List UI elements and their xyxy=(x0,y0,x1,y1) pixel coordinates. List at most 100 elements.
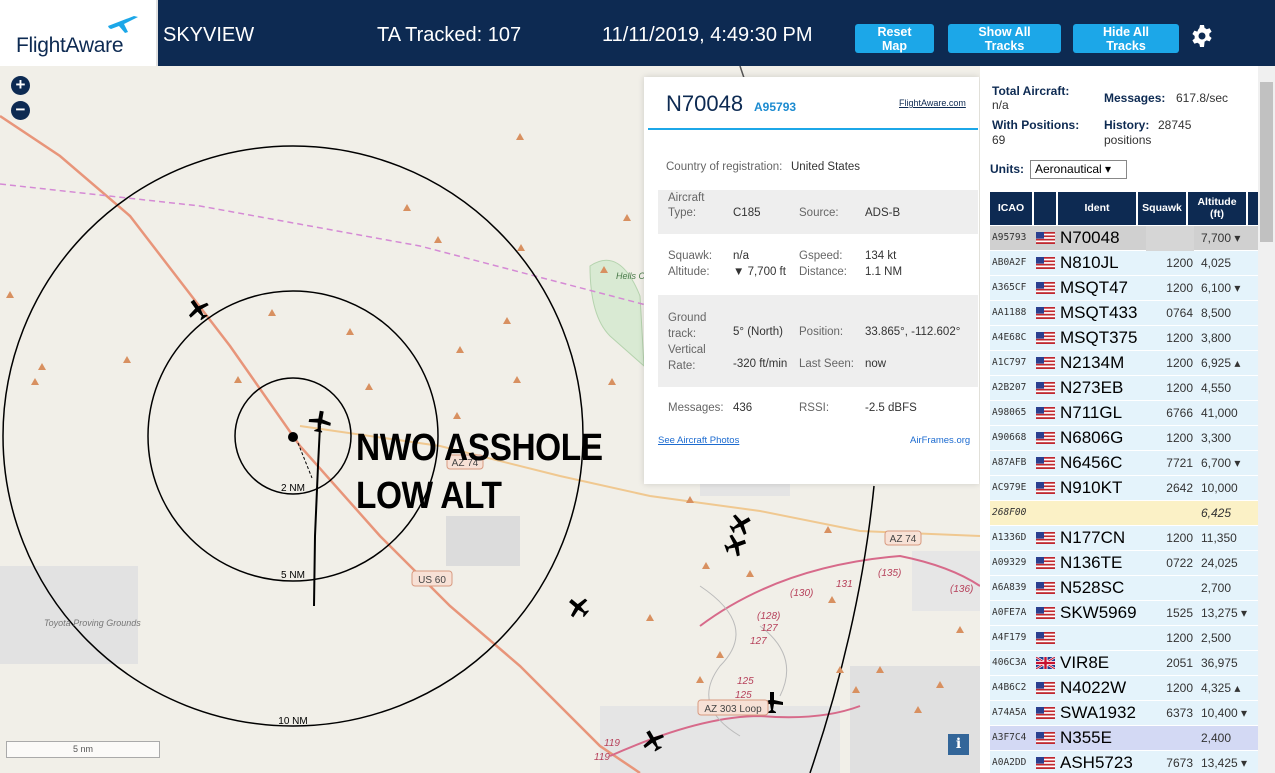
table-row[interactable]: A4F179 1200 2,500 xyxy=(990,626,1258,651)
units-select[interactable]: Aeronautical ▾ xyxy=(1030,160,1127,179)
source-value: ADS-B xyxy=(865,207,901,219)
road-label: US 60 xyxy=(418,575,446,586)
gear-icon[interactable] xyxy=(1190,24,1214,48)
row-icao: A87AFB xyxy=(992,457,1027,468)
airframes-link[interactable]: AirFrames.org xyxy=(910,435,970,446)
row-squawk: 1200 xyxy=(1166,531,1193,545)
table-row[interactable]: A95793 N70048 7,700 ▾ xyxy=(990,226,1258,251)
table-row[interactable]: A87AFB N6456C 7721 6,700 ▾ xyxy=(990,451,1258,476)
row-icao: A98065 xyxy=(992,407,1027,418)
messages-label: Messages: xyxy=(668,402,724,414)
table-row[interactable]: AB0A2F N810JL 1200 4,025 xyxy=(990,251,1258,276)
road-label: AZ 74 xyxy=(890,534,917,545)
us-flag-icon xyxy=(1036,457,1055,469)
row-ident: N6806G xyxy=(1060,428,1124,447)
row-ident: N4022W xyxy=(1060,678,1127,697)
aircraft-photos-link[interactable]: See Aircraft Photos xyxy=(658,435,739,446)
road-number: (128) xyxy=(757,611,780,622)
row-altitude: 6,100 ▾ xyxy=(1201,281,1241,295)
table-row[interactable]: A90668 N6806G 1200 3,300 xyxy=(990,426,1258,451)
column-header-altitude[interactable]: Altitude (ft) xyxy=(1188,192,1246,225)
annotation-line: LOW ALT xyxy=(356,475,502,517)
table-header: ICAO Ident Squawk Altitude (ft) xyxy=(990,192,1258,225)
table-row[interactable]: A4E68C MSQT375 1200 3,800 xyxy=(990,326,1258,351)
table-row[interactable]: A365CF MSQT47 1200 6,100 ▾ xyxy=(990,276,1258,301)
us-flag-icon xyxy=(1036,282,1055,294)
ring-label: 2 NM xyxy=(281,483,305,494)
ring-label: 5 NM xyxy=(281,570,305,581)
table-row[interactable]: A98065 N711GL 6766 41,000 xyxy=(990,401,1258,426)
row-altitude: 4,325 ▴ xyxy=(1201,681,1241,695)
logo-text: FlightAware xyxy=(16,34,124,57)
table-row[interactable]: AA1188 MSQT433 0764 8,500 xyxy=(990,301,1258,326)
messages-rate-value: 617.8/sec xyxy=(1176,91,1229,105)
squawk-cell-bg xyxy=(1146,226,1194,251)
us-flag-icon xyxy=(1036,707,1055,719)
table-row[interactable]: A09329 N136TE 0722 24,025 xyxy=(990,551,1258,576)
panel-scrollbar-thumb[interactable] xyxy=(1260,82,1273,242)
row-icao: 268F00 xyxy=(992,507,1027,518)
table-row[interactable]: 406C3A VIR8E 2051 36,975 xyxy=(990,651,1258,676)
us-flag-icon xyxy=(1036,607,1055,619)
row-squawk: 7721 xyxy=(1166,456,1193,470)
flightaware-link[interactable]: FlightAware.com xyxy=(899,98,966,108)
row-altitude: 2,700 xyxy=(1201,581,1232,595)
table-row[interactable]: A0A2DD ASH5723 7673 13,425 ▾ xyxy=(990,751,1258,773)
popup-icao-link[interactable]: A95793 xyxy=(754,100,796,114)
scale-bar: 5 nm xyxy=(6,741,160,758)
table-row[interactable]: A4B6C2 N4022W 1200 4,325 ▴ xyxy=(990,676,1258,701)
column-header-icao[interactable]: ICAO xyxy=(990,192,1032,225)
table-row[interactable]: 268F00 6,425 xyxy=(990,501,1258,526)
column-header-squawk[interactable]: Squawk xyxy=(1138,192,1186,225)
us-flag-icon xyxy=(1036,757,1055,769)
row-squawk: 7673 xyxy=(1166,756,1193,770)
rssi-label: RSSI: xyxy=(799,402,830,414)
table-row[interactable]: A6A839 N528SC 2,700 xyxy=(990,576,1258,601)
table-row[interactable]: A1C797 N2134M 1200 6,925 ▴ xyxy=(990,351,1258,376)
row-squawk: 6766 xyxy=(1166,406,1193,420)
top-header: FlightAware SKYVIEW TA Tracked: 107 11/1… xyxy=(0,0,1275,66)
table-row[interactable]: A2B207 N273EB 1200 4,550 xyxy=(990,376,1258,401)
row-altitude: 11,350 xyxy=(1201,531,1237,545)
row-ident: N177CN xyxy=(1060,528,1126,547)
info-button[interactable]: i xyxy=(948,734,969,755)
row-altitude: 2,500 xyxy=(1201,631,1232,645)
table-row[interactable]: A74A5A SWA1932 6373 10,400 ▾ xyxy=(990,701,1258,726)
zoom-in-button[interactable]: + xyxy=(11,76,30,95)
aircraft-type-value: C185 xyxy=(733,207,761,219)
flightaware-logo[interactable]: FlightAware xyxy=(0,0,158,66)
history-value: 28745 xyxy=(1158,118,1192,132)
row-ident: N528SC xyxy=(1060,578,1125,597)
row-icao: A2B207 xyxy=(992,382,1027,393)
row-squawk: 1200 xyxy=(1166,631,1193,645)
row-icao: A0FE7A xyxy=(992,607,1027,618)
last-seen-value: now xyxy=(865,358,887,370)
road-number: (130) xyxy=(790,588,813,599)
table-row[interactable]: AC979E N910KT 2642 10,000 xyxy=(990,476,1258,501)
row-icao: A90668 xyxy=(992,432,1027,443)
row-altitude: 10,000 xyxy=(1201,481,1238,495)
altitude-value: ▼ 7,700 ft xyxy=(733,266,786,278)
reset-map-button[interactable]: Reset Map xyxy=(855,24,934,53)
hide-all-tracks-button[interactable]: Hide All Tracks xyxy=(1073,24,1179,53)
row-ident: MSQT433 xyxy=(1060,303,1138,322)
us-flag-icon xyxy=(1036,532,1055,544)
show-all-tracks-button[interactable]: Show All Tracks xyxy=(948,24,1061,53)
distance-label: Distance: xyxy=(799,266,847,278)
column-header-ident[interactable]: Ident xyxy=(1058,192,1136,225)
vertical-rate-value: -320 ft/min xyxy=(733,358,788,370)
source-label: Source: xyxy=(799,207,839,219)
site-name: SKYVIEW xyxy=(163,24,255,46)
country-label: Country of registration: xyxy=(666,161,783,173)
row-ident: ASH5723 xyxy=(1060,753,1133,772)
table-row[interactable]: A3F7C4 N355E 2,400 xyxy=(990,726,1258,751)
gspeed-value: 134 kt xyxy=(865,250,897,262)
row-ident: SKW5969 xyxy=(1060,603,1137,622)
road-label: AZ 303 Loop xyxy=(704,704,762,715)
zoom-out-button[interactable]: − xyxy=(11,101,30,120)
table-row[interactable]: A1336D N177CN 1200 11,350 xyxy=(990,526,1258,551)
column-header-flag[interactable] xyxy=(1034,192,1056,225)
altitude-label: Altitude: xyxy=(668,266,710,278)
aircraft-info-popup: N70048 A95793 FlightAware.com Country of… xyxy=(644,77,979,484)
table-row[interactable]: A0FE7A SKW5969 1525 13,275 ▾ xyxy=(990,601,1258,626)
